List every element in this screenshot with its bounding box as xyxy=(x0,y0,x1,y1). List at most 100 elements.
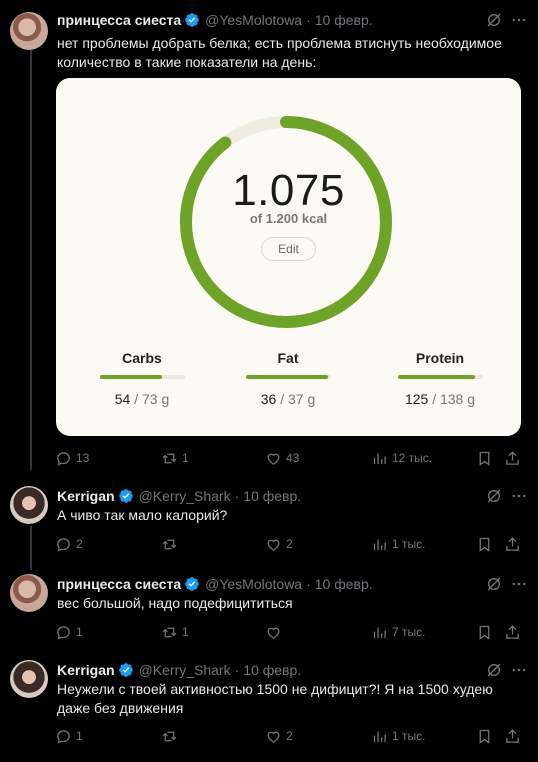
reply-count: 2 xyxy=(76,537,83,551)
more-options-icon[interactable] xyxy=(510,487,528,505)
macro-progress-fill xyxy=(397,375,475,379)
views-icon xyxy=(373,453,386,464)
more-options-icon[interactable] xyxy=(510,661,528,679)
grok-icon[interactable] xyxy=(486,488,502,504)
calories-consumed: 1.075 xyxy=(232,166,345,215)
tweet-date[interactable]: 10 февр. xyxy=(315,576,373,592)
macro-goal: 73 g xyxy=(142,391,170,407)
reply-icon xyxy=(57,625,70,640)
views-button[interactable]: 7 тыс. xyxy=(371,622,425,642)
views-icon xyxy=(373,627,386,638)
heart-icon xyxy=(267,539,280,551)
macro-value: 125 / 138 g xyxy=(380,391,500,407)
like-count: 2 xyxy=(286,729,293,743)
grok-icon[interactable] xyxy=(486,12,502,28)
avatar[interactable] xyxy=(10,486,48,524)
bookmark-button[interactable] xyxy=(476,448,493,468)
retweet-button[interactable] xyxy=(161,534,182,554)
author-handle[interactable]: @YesMolotowa xyxy=(205,576,302,592)
grok-icon[interactable] xyxy=(486,576,502,592)
macro-separator: / xyxy=(428,391,440,407)
macro-progress-bar xyxy=(99,375,185,379)
retweet-button[interactable]: 1 xyxy=(161,448,189,468)
tweet[interactable]: Kerrigan @Kerry_Shark · 10 февр. А чиво … xyxy=(0,486,538,558)
macro-label: Carbs xyxy=(122,350,162,366)
macro-value: 54 / 73 g xyxy=(82,391,202,407)
author-name[interactable]: Kerrigan xyxy=(57,488,115,504)
bookmark-button[interactable] xyxy=(476,622,493,642)
reply-button[interactable]: 2 xyxy=(55,534,83,554)
tweet[interactable]: Kerrigan @Kerry_Shark · 10 февр. Неужели… xyxy=(0,660,538,752)
macro-current: 54 xyxy=(114,391,131,407)
bookmark-icon xyxy=(479,451,490,466)
separator-dot: · xyxy=(306,576,311,592)
tweet-text: Неужели с твоей активностью 1500 не дифи… xyxy=(57,681,493,716)
macro-label: Fat xyxy=(277,350,299,366)
tweet-date[interactable]: 10 февр. xyxy=(243,488,301,504)
tweet[interactable]: принцесса сиеста @YesMolotowa · 10 февр.… xyxy=(0,10,538,472)
reply-button[interactable]: 1 xyxy=(55,726,83,746)
reply-button[interactable]: 1 xyxy=(55,622,83,642)
author-name[interactable]: принцесса сиеста xyxy=(57,12,181,28)
author-handle[interactable]: @Kerry_Shark xyxy=(139,662,231,678)
verified-badge-icon xyxy=(185,13,199,27)
separator-dot: · xyxy=(234,662,240,678)
tweet-date[interactable]: 10 февр. xyxy=(315,12,373,28)
grok-icon[interactable] xyxy=(486,662,502,678)
like-button[interactable] xyxy=(265,622,286,642)
verified-badge-icon xyxy=(118,663,133,677)
tweet-actions: 2 2 1 тыс. xyxy=(55,534,525,554)
calorie-card-image[interactable]: 1.075 of 1.200 kcal Edit Carbs 54 / 73 g… xyxy=(56,78,521,436)
views-count: 1 тыс. xyxy=(392,537,426,551)
author-handle[interactable]: @Kerry_Shark xyxy=(139,488,231,504)
author-name[interactable]: принцесса сиеста xyxy=(57,576,181,592)
bookmark-icon xyxy=(479,537,490,552)
tweet[interactable]: принцесса сиеста @YesMolotowa · 10 февр.… xyxy=(0,574,538,644)
like-button[interactable]: 2 xyxy=(265,726,293,746)
reply-icon xyxy=(57,729,70,744)
reply-count: 13 xyxy=(76,451,90,465)
bookmark-button[interactable] xyxy=(476,534,493,554)
heart-icon xyxy=(267,627,280,639)
share-button[interactable] xyxy=(504,448,521,468)
author-handle[interactable]: @YesMolotowa xyxy=(205,12,302,28)
macro-separator: / xyxy=(130,391,142,407)
macro-current: 125 xyxy=(404,391,429,407)
avatar[interactable] xyxy=(10,574,48,612)
more-options-icon[interactable] xyxy=(510,575,528,593)
macro-goal: 138 g xyxy=(439,391,476,407)
like-button[interactable]: 2 xyxy=(265,534,293,554)
views-button[interactable]: 12 тыс. xyxy=(371,448,432,468)
reply-button[interactable]: 13 xyxy=(55,448,89,468)
separator-dot: · xyxy=(234,488,240,504)
avatar[interactable] xyxy=(10,12,48,50)
share-button[interactable] xyxy=(504,622,521,642)
bookmark-button[interactable] xyxy=(476,726,493,746)
edit-button[interactable]: Edit xyxy=(261,237,316,261)
views-icon xyxy=(373,539,386,550)
heart-icon xyxy=(267,731,280,743)
author-name[interactable]: Kerrigan xyxy=(57,662,115,678)
share-button[interactable] xyxy=(504,534,521,554)
views-count: 7 тыс. xyxy=(392,625,426,639)
tweet-text: нет проблемы добрать белка; есть проблем… xyxy=(57,35,502,70)
tweet-text: А чиво так мало калорий? xyxy=(57,507,228,523)
calories-goal: of 1.200 kcal xyxy=(249,211,328,226)
views-count: 1 тыс. xyxy=(392,729,426,743)
retweet-icon xyxy=(162,731,177,741)
macro-progress-bar xyxy=(397,375,483,379)
tweet-actions: 1 2 1 тыс. xyxy=(55,726,525,746)
tweet-actions: 1 1 7 тыс. xyxy=(55,622,525,642)
like-button[interactable]: 43 xyxy=(265,448,299,468)
avatar[interactable] xyxy=(10,660,48,698)
tweet-date[interactable]: 10 февр. xyxy=(243,662,301,678)
retweet-button[interactable] xyxy=(161,726,182,746)
more-options-icon[interactable] xyxy=(510,11,528,29)
retweet-count: 1 xyxy=(182,625,189,639)
share-button[interactable] xyxy=(504,726,521,746)
views-button[interactable]: 1 тыс. xyxy=(371,534,425,554)
views-button[interactable]: 1 тыс. xyxy=(371,726,425,746)
share-icon xyxy=(506,536,519,551)
retweet-button[interactable]: 1 xyxy=(161,622,189,642)
reply-count: 1 xyxy=(76,625,83,639)
